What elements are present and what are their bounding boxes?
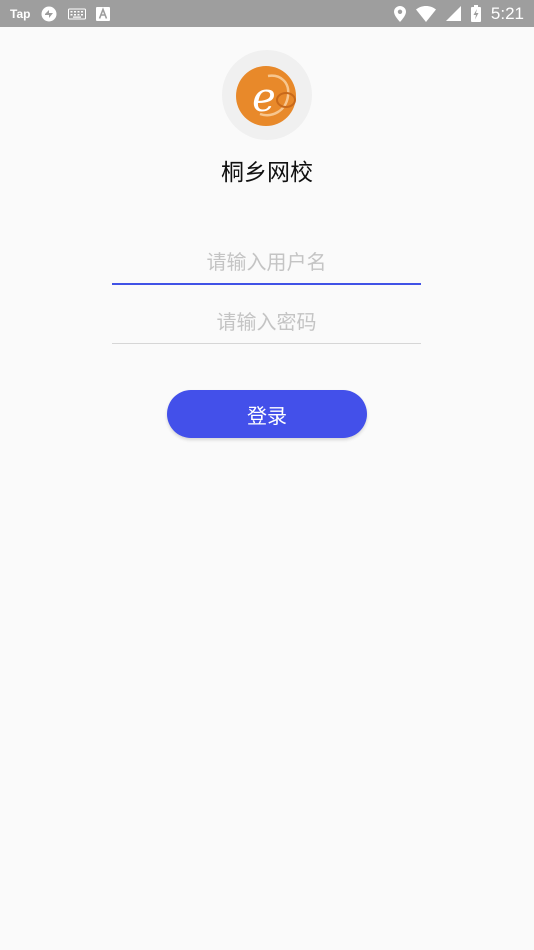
wifi-icon [415, 5, 436, 22]
app-logo-mark: e [236, 66, 296, 126]
username-input[interactable] [112, 241, 421, 285]
signal-icon [445, 6, 461, 21]
keyboard-icon [68, 8, 87, 20]
tap-app-label: Tap [10, 6, 31, 21]
login-button[interactable]: 登录 [167, 390, 367, 438]
status-time: 5:21 [490, 3, 524, 23]
password-input[interactable] [112, 300, 421, 344]
location-icon [393, 5, 406, 22]
battery-icon [470, 5, 481, 22]
status-bar: Tap 5:21 [0, 0, 534, 27]
app-title: 桐乡网校 [221, 160, 313, 186]
logo-letter: e [252, 75, 276, 121]
app-logo: e [222, 50, 312, 140]
a-badge-icon [96, 6, 111, 21]
status-bar-left: Tap [10, 5, 111, 23]
status-bar-right: 5:21 [393, 3, 524, 24]
sync-icon [40, 5, 58, 23]
